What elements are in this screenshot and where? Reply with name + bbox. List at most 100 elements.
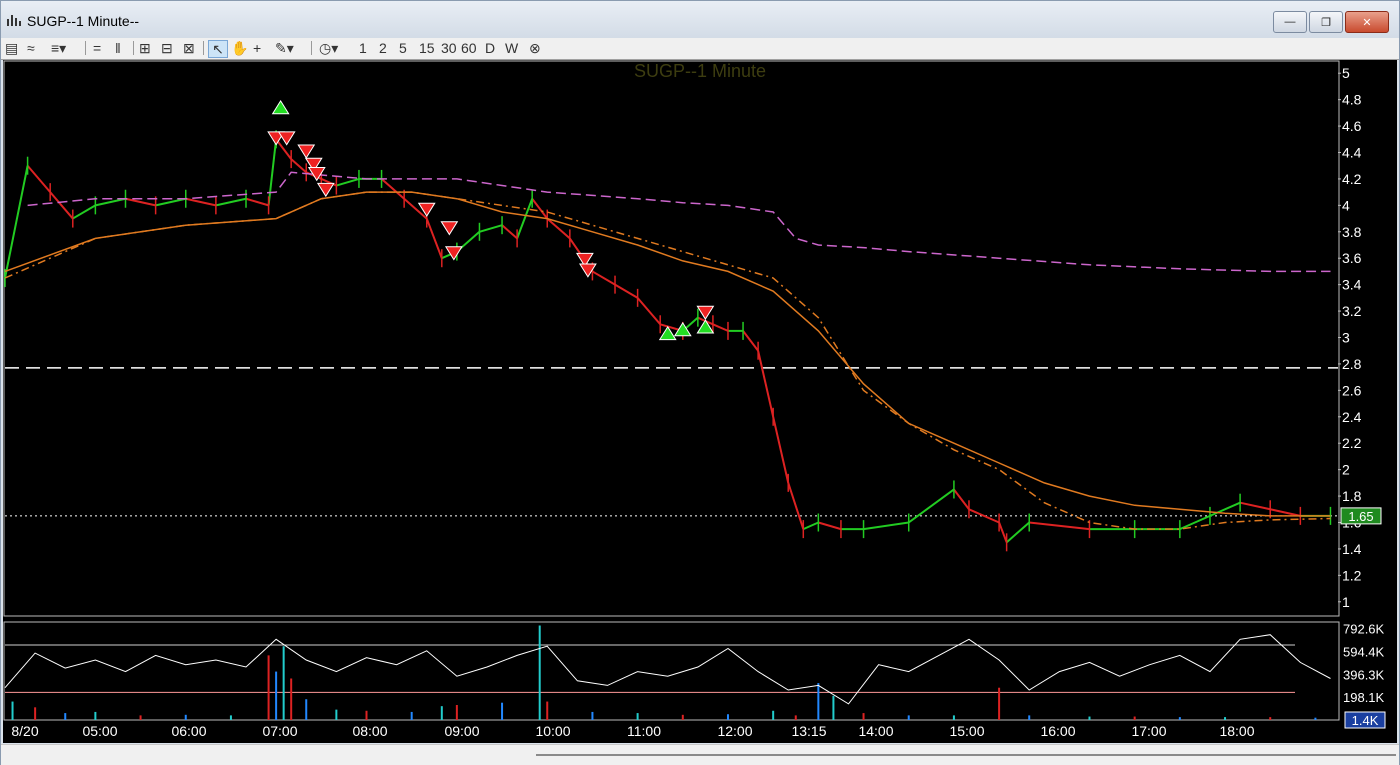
equal-lines-icon[interactable]: = bbox=[93, 40, 101, 56]
y-tick-label: 4.8 bbox=[1342, 92, 1362, 108]
x-tick-label: 07:00 bbox=[262, 723, 297, 739]
price-segment bbox=[1239, 501, 1271, 511]
price-segment bbox=[185, 197, 217, 207]
x-tick-label: 06:00 bbox=[171, 723, 206, 739]
sell-signal-marker bbox=[444, 246, 463, 261]
interval-button-15[interactable]: 15 bbox=[419, 40, 435, 56]
price-segment bbox=[772, 416, 790, 484]
chart-type-icon[interactable]: ▤ bbox=[5, 40, 18, 56]
hand-tool-icon[interactable]: ✋ bbox=[231, 40, 248, 56]
x-tick-label: 08:00 bbox=[352, 723, 387, 739]
price-segment bbox=[336, 177, 360, 187]
line-style-icon[interactable]: ≈ bbox=[27, 40, 35, 56]
price-segment bbox=[802, 521, 819, 531]
sell-signal-marker bbox=[316, 182, 335, 198]
price-segment bbox=[757, 350, 775, 418]
zoom-in-icon[interactable]: ⊞ bbox=[139, 40, 151, 56]
price-segment bbox=[636, 297, 661, 325]
price-segment bbox=[72, 204, 96, 220]
x-tick-label: 15:00 bbox=[949, 723, 984, 739]
price-segment bbox=[1270, 508, 1301, 517]
y-tick-label: 3 bbox=[1342, 330, 1350, 346]
lower-y-tick-label: 396.3K bbox=[1343, 667, 1385, 682]
price-segment bbox=[26, 165, 51, 193]
y-tick-label: 1.2 bbox=[1342, 567, 1362, 583]
price-segment bbox=[742, 330, 759, 352]
chart-toolbar: ▤ ≈ ≡▾ = ‖ ⊞ ⊟ ⊠ ↖ ✋ + ✎▾ ◷▾ 1 2 5 15 30 60 D W… bbox=[1, 38, 1399, 60]
y-tick-label: 4.4 bbox=[1342, 145, 1362, 161]
y-tick-label: 3.4 bbox=[1342, 277, 1362, 293]
chart-app-icon bbox=[7, 15, 21, 26]
x-tick-label: 10:00 bbox=[535, 723, 570, 739]
price-segment bbox=[614, 283, 639, 299]
close-button[interactable]: ✕ bbox=[1345, 11, 1389, 33]
y-tick-label: 2 bbox=[1342, 462, 1350, 478]
interval-button-1[interactable]: 1 bbox=[359, 40, 367, 56]
lower-panel-border bbox=[3, 621, 1340, 721]
cancel-circle-icon[interactable]: ⊗ bbox=[529, 40, 541, 56]
title-bar[interactable]: SUGP--1 Minute-- — ❐ ✕ bbox=[1, 1, 1399, 39]
price-segment bbox=[479, 224, 503, 233]
price-segment bbox=[863, 521, 909, 531]
zoom-fit-icon[interactable]: ⊟ bbox=[161, 40, 173, 56]
pointer-tool-icon[interactable]: ↖ bbox=[208, 40, 228, 58]
pause-bars-icon[interactable]: ‖ bbox=[115, 40, 121, 56]
price-segment bbox=[155, 197, 186, 207]
minimize-button[interactable]: — bbox=[1273, 11, 1307, 33]
interval-button-5[interactable]: 5 bbox=[399, 40, 407, 56]
y-tick-label: 4 bbox=[1342, 197, 1350, 213]
price-segment bbox=[425, 218, 443, 259]
price-segment bbox=[1005, 521, 1030, 544]
price-segment bbox=[516, 198, 534, 239]
price-segment bbox=[908, 488, 955, 524]
y-tick-label: 5 bbox=[1342, 65, 1350, 81]
chart-window: SUGP--1 Minute-- — ❐ ✕ ▤ ≈ ≡▾ = ‖ ⊞ ⊟ ⊠ … bbox=[0, 0, 1400, 765]
lower-last-value-label: 1.4K bbox=[1352, 713, 1379, 728]
price-segment bbox=[267, 139, 278, 206]
price-segment bbox=[1029, 521, 1090, 531]
chart-canvas[interactable]: SUGP--1 Minute11.21.41.61.822.22.42.62.8… bbox=[3, 60, 1397, 743]
sell-signal-marker bbox=[277, 131, 296, 146]
close-icon: ✕ bbox=[1362, 16, 1372, 29]
scrollbar-thumb[interactable] bbox=[536, 754, 1396, 756]
zoom-out-icon[interactable]: ⊠ bbox=[183, 40, 195, 56]
price-segment bbox=[380, 178, 405, 200]
interval-button-w[interactable]: W bbox=[505, 40, 518, 56]
x-tick-label: 11:00 bbox=[627, 723, 661, 739]
horizontal-scrollbar[interactable] bbox=[1, 744, 1399, 765]
sell-signal-marker bbox=[440, 221, 459, 236]
price-segment bbox=[49, 191, 74, 220]
y-tick-label: 3.8 bbox=[1342, 224, 1362, 240]
restore-icon: ❐ bbox=[1321, 16, 1331, 29]
x-tick-label: 13:15 bbox=[791, 723, 826, 739]
studies-dropdown-icon[interactable]: ≡▾ bbox=[51, 40, 66, 56]
clock-dropdown-icon[interactable]: ◷▾ bbox=[319, 40, 338, 56]
chart-area[interactable]: SUGP--1 Minute11.21.41.61.822.22.42.62.8… bbox=[3, 60, 1397, 743]
x-tick-label: 12:00 bbox=[717, 723, 752, 739]
price-segment bbox=[591, 270, 616, 286]
lower-y-tick-label: 594.4K bbox=[1343, 644, 1385, 659]
price-segment bbox=[290, 158, 307, 174]
interval-button-2[interactable]: 2 bbox=[379, 40, 387, 56]
draw-tool-icon[interactable]: ✎▾ bbox=[275, 40, 294, 56]
x-tick-label: 14:00 bbox=[858, 723, 893, 739]
chart-title: SUGP--1 Minute bbox=[634, 61, 766, 81]
price-segment bbox=[953, 488, 970, 510]
price-segment bbox=[531, 198, 549, 220]
y-tick-label: 1.8 bbox=[1342, 488, 1362, 504]
interval-button-60[interactable]: 60 bbox=[461, 40, 477, 56]
price-segment bbox=[245, 197, 269, 207]
crosshair-icon[interactable]: + bbox=[253, 40, 261, 56]
x-tick-label: 8/20 bbox=[11, 723, 38, 739]
buy-signal-marker bbox=[271, 99, 290, 115]
sell-signal-marker bbox=[297, 144, 316, 159]
restore-button[interactable]: ❐ bbox=[1309, 11, 1343, 33]
y-tick-label: 2.8 bbox=[1342, 356, 1362, 372]
price-segment bbox=[712, 323, 729, 332]
interval-button-30[interactable]: 30 bbox=[441, 40, 457, 56]
y-tick-label: 3.2 bbox=[1342, 303, 1362, 319]
x-tick-label: 05:00 bbox=[82, 723, 117, 739]
y-tick-label: 1 bbox=[1342, 594, 1350, 610]
price-segment bbox=[818, 521, 842, 531]
interval-button-d[interactable]: D bbox=[485, 40, 495, 56]
